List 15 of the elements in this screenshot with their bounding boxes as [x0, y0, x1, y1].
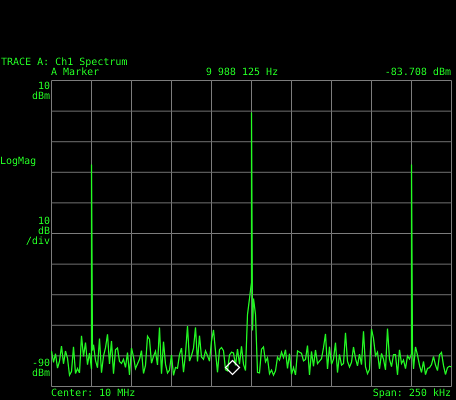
axis-label: dBm — [32, 92, 50, 102]
axis-label: 10 — [38, 82, 50, 92]
marker-amplitude: -83.708 dBm — [384, 68, 451, 80]
scale-label: /div — [26, 237, 50, 247]
axis-label: dBm — [32, 369, 50, 379]
span-label: Span: 250 kHz — [372, 389, 451, 399]
marker-frequency: 9 988 125 Hz — [206, 68, 278, 80]
marker-icon — [224, 360, 240, 376]
trace-title: TRACE A: Ch1 Spectrum — [0, 58, 128, 68]
scale-label: 10 — [38, 217, 50, 227]
center-frequency: Center: 10 MHz — [51, 389, 136, 399]
axis-label: -90 — [32, 359, 50, 369]
scale-label: dB — [38, 227, 50, 237]
scale-mode-label: LogMag — [0, 157, 36, 167]
marker-label: A Marker — [51, 68, 100, 80]
